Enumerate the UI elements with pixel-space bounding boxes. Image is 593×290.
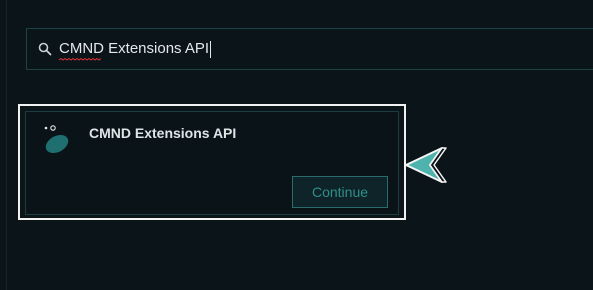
search-input[interactable]: CMND Extensions API	[26, 28, 593, 70]
chevron-left-arrow-icon	[405, 147, 447, 183]
left-divider	[6, 0, 7, 290]
text-caret	[210, 40, 212, 58]
cmnd-logo-icon	[42, 124, 72, 156]
search-icon	[37, 41, 53, 57]
extension-picker: CMND Extensions API CMND Extensions API …	[0, 0, 593, 290]
card-title: CMND Extensions API	[89, 125, 237, 141]
continue-button[interactable]: Continue	[292, 176, 388, 208]
search-value: CMND Extensions API	[59, 40, 212, 61]
spellcheck-underline	[59, 57, 101, 61]
search-text: CMND Extensions API	[59, 40, 210, 58]
extension-card[interactable]: CMND Extensions API Continue	[25, 111, 399, 215]
